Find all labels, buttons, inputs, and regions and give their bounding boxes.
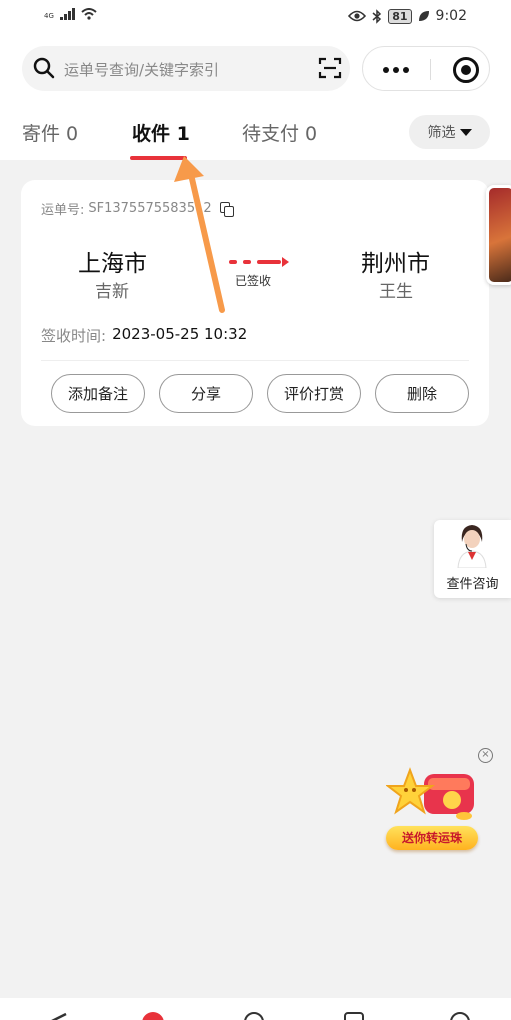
sender-name: 吉新 [95, 282, 129, 302]
search-bar[interactable]: 运单号查询/关键字索引 [22, 46, 350, 91]
waybill-label: 运单号: [41, 203, 85, 218]
rate-tip-button[interactable]: 评价打赏 [267, 374, 361, 413]
status-left: 4G [44, 8, 97, 20]
filter-label: 筛选 [427, 125, 456, 141]
home-icon[interactable] [142, 1012, 164, 1020]
close-miniapp-icon[interactable] [453, 57, 479, 83]
search-icon [33, 57, 55, 79]
profile-icon[interactable] [450, 1012, 470, 1020]
search-input[interactable]: 运单号查询/关键字索引 [64, 59, 219, 80]
promo-label: 送你转运珠 [386, 826, 478, 850]
send-icon[interactable] [44, 1012, 68, 1020]
bottom-nav [0, 998, 511, 1020]
support-button[interactable]: 查件咨询 [434, 520, 511, 598]
eye-icon [348, 10, 367, 22]
promo-close-icon[interactable]: × [478, 748, 493, 763]
delete-button[interactable]: 删除 [375, 374, 469, 413]
promo-badge[interactable]: 送你转运珠 [386, 764, 482, 856]
support-agent-avatar [457, 525, 487, 568]
clock: 9:02 [435, 8, 467, 24]
filter-button[interactable]: 筛选 [409, 115, 490, 149]
wifi-icon [81, 8, 97, 20]
tab-pending-payment[interactable]: 待支付 0 [242, 119, 317, 146]
search-nav-icon[interactable] [244, 1012, 264, 1020]
miniapp-capsule [362, 46, 490, 91]
share-button[interactable]: 分享 [159, 374, 253, 413]
delivery-status: 已签收 [235, 274, 272, 288]
orders-icon[interactable] [344, 1012, 364, 1020]
caret-down-icon [459, 128, 472, 136]
add-note-button[interactable]: 添加备注 [51, 374, 145, 413]
sign-time-row: 签收时间: 2023-05-25 10:32 [41, 325, 247, 346]
gift-star-icon [386, 767, 474, 820]
capsule-divider [430, 59, 431, 80]
leaf-icon [418, 11, 429, 21]
more-icon[interactable] [383, 67, 409, 73]
tab-sent[interactable]: 寄件 0 [22, 119, 78, 146]
top-bar: 运单号查询/关键字索引 [0, 36, 511, 102]
origin-city: 上海市 [78, 251, 147, 277]
status-bar: 4G 81 9:02 [0, 0, 511, 36]
scan-icon[interactable] [318, 56, 342, 80]
battery-indicator: 81 [388, 8, 412, 24]
annotation-arrow [174, 156, 225, 313]
support-label: 查件咨询 [446, 577, 499, 592]
sign-time-label: 签收时间: [41, 327, 107, 345]
recipient-name: 王生 [379, 282, 413, 302]
card-divider [41, 360, 469, 361]
shipment-card[interactable]: 运单号: SF1375575583512 上海市 吉新 已签收 荆州市 王生 签… [21, 180, 489, 426]
signal-icon [60, 8, 75, 20]
status-right: 81 9:02 [348, 8, 467, 24]
bluetooth-icon [372, 8, 382, 24]
sign-time-value: 2023-05-25 10:32 [112, 325, 248, 343]
destination-city: 荆州市 [361, 251, 430, 277]
tab-received[interactable]: 收件 1 [132, 119, 190, 146]
tab-bar: 寄件 0 收件 1 待支付 0 筛选 [0, 102, 511, 160]
network-type: 4G [44, 12, 54, 20]
side-ad-thumbnail[interactable] [486, 185, 511, 285]
